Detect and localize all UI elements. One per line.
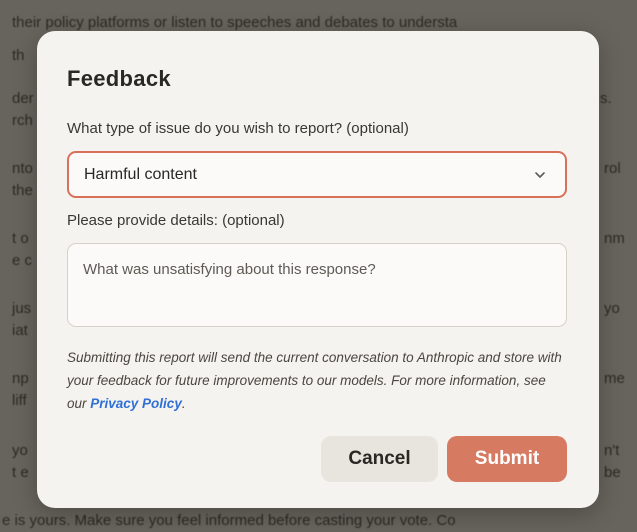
feedback-dialog: Feedback What type of issue do you wish … (37, 31, 599, 508)
issue-type-select[interactable]: Harmful content (67, 151, 567, 198)
details-textarea[interactable]: What was unsatisfying about this respons… (67, 243, 567, 327)
details-placeholder: What was unsatisfying about this respons… (83, 261, 376, 278)
chevron-down-icon (535, 171, 545, 178)
issue-type-value: Harmful content (84, 165, 197, 183)
privacy-note: Submitting this report will send the cur… (67, 346, 567, 415)
issue-type-label: What type of issue do you wish to report… (67, 120, 409, 137)
submit-button[interactable]: Submit (447, 436, 567, 482)
privacy-policy-link[interactable]: Privacy Policy (90, 396, 182, 411)
privacy-note-end: . (181, 396, 186, 411)
dialog-title: Feedback (67, 66, 171, 91)
details-label: Please provide details: (optional) (67, 212, 285, 229)
cancel-button[interactable]: Cancel (321, 436, 438, 482)
